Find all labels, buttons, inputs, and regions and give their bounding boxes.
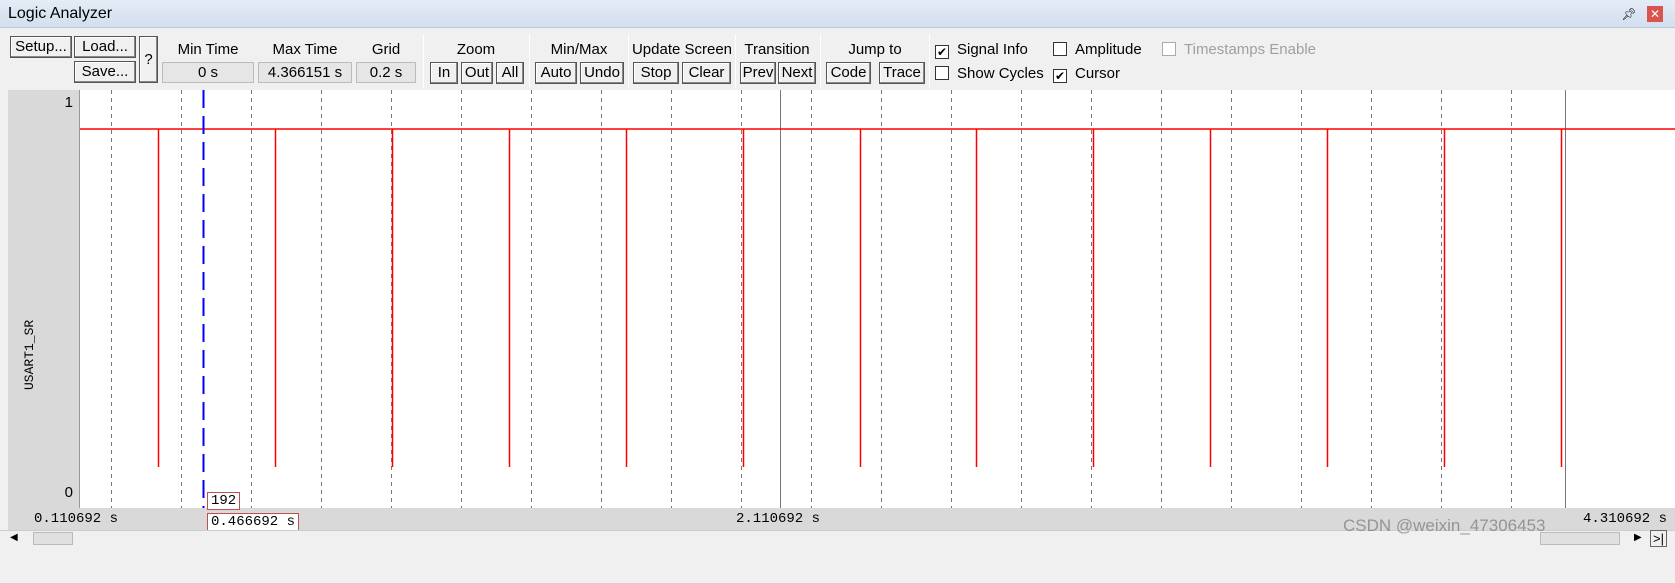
scroll-thumb-right[interactable] bbox=[1540, 532, 1620, 545]
axis-label-center: 2.110692 s bbox=[736, 511, 821, 527]
cursor-time-label: 0.466692 s bbox=[207, 513, 300, 531]
watermark: CSDN @weixin_47306453 bbox=[1343, 516, 1546, 535]
axis-label-left: 0.110692 s bbox=[34, 511, 119, 527]
scroll-thumb[interactable] bbox=[33, 532, 73, 545]
plot-background bbox=[80, 90, 1675, 508]
scroll-right-icon[interactable]: ▶ bbox=[1634, 532, 1642, 543]
scroll-end-icon[interactable]: >| bbox=[1650, 530, 1667, 547]
waveform-plot[interactable] bbox=[0, 0, 1675, 530]
cursor-count-label: 192 bbox=[207, 492, 241, 510]
scroll-left-icon[interactable]: ◀ bbox=[10, 532, 18, 543]
axis-label-right: 4.310692 s bbox=[1582, 511, 1667, 527]
